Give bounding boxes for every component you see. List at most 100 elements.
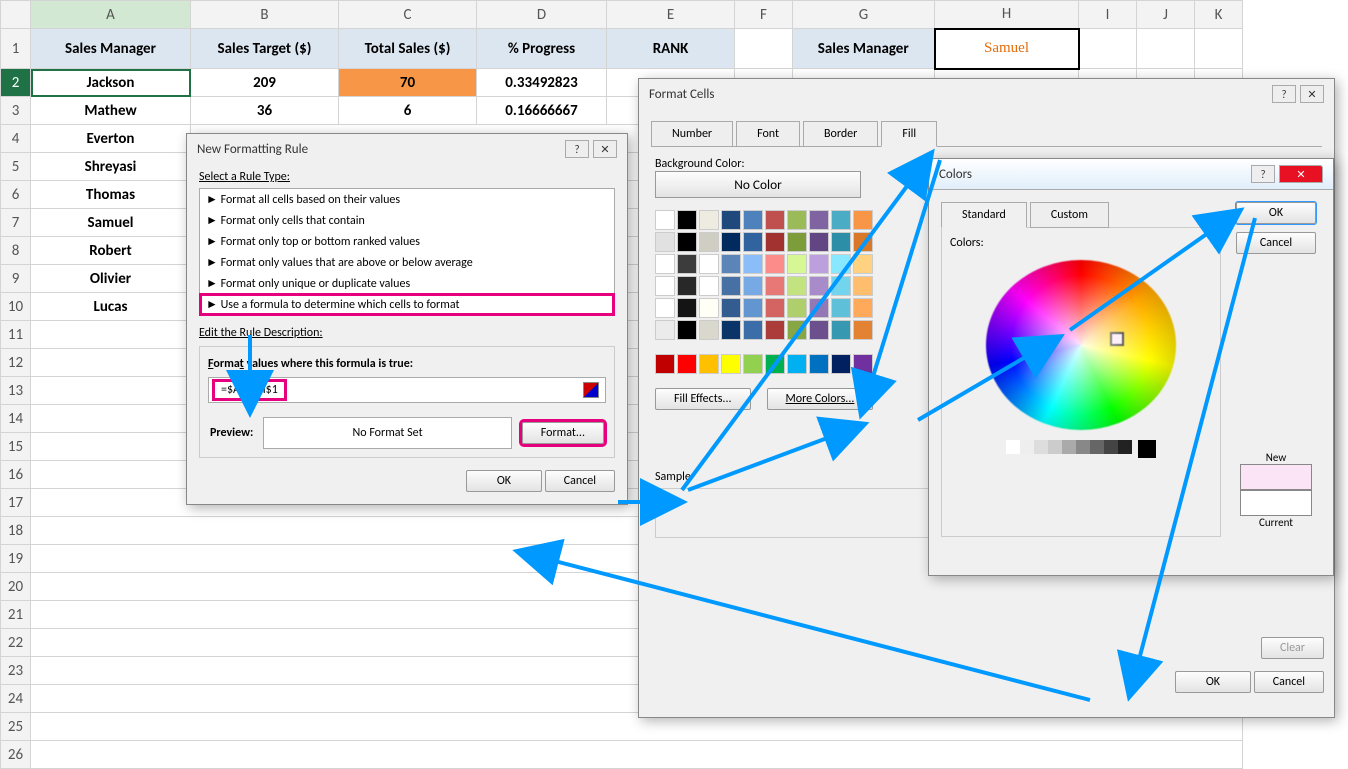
col-header-H[interactable]: H (935, 1, 1079, 29)
col-header-J[interactable]: J (1137, 1, 1195, 29)
color-swatch[interactable] (787, 254, 807, 274)
color-swatch[interactable] (721, 298, 741, 318)
cell-A2[interactable]: Jackson (31, 69, 191, 97)
color-swatch[interactable] (853, 232, 873, 252)
rule-type-item[interactable]: ► Format only unique or duplicate values (200, 273, 614, 294)
cell-A5[interactable]: Shreyasi (31, 153, 191, 181)
color-swatch[interactable] (743, 298, 763, 318)
cell-A7[interactable]: Samuel (31, 209, 191, 237)
color-swatch[interactable] (721, 210, 741, 230)
no-color-button[interactable]: No Color (655, 171, 861, 198)
ok-button[interactable]: OK (1175, 671, 1251, 693)
color-swatch[interactable] (655, 232, 675, 252)
col-header-K[interactable]: K (1195, 1, 1243, 29)
color-swatch[interactable] (721, 276, 741, 296)
cell-A9[interactable]: Olivier (31, 265, 191, 293)
cell-I1[interactable] (1079, 29, 1137, 69)
row-header-8[interactable]: 8 (1, 237, 31, 265)
color-swatch[interactable] (677, 276, 697, 296)
col-header-E[interactable]: E (607, 1, 735, 29)
color-swatch[interactable] (677, 210, 697, 230)
color-swatch[interactable] (699, 210, 719, 230)
ok-button[interactable]: OK (1236, 202, 1316, 224)
color-swatch[interactable] (655, 354, 675, 374)
cell-C1[interactable]: Total Sales ($) (339, 29, 477, 69)
help-icon[interactable]: ? (1251, 165, 1275, 183)
color-swatch[interactable] (743, 320, 763, 340)
row-header-7[interactable]: 7 (1, 209, 31, 237)
color-swatch[interactable] (677, 298, 697, 318)
color-swatch[interactable] (831, 210, 851, 230)
color-swatch[interactable] (699, 232, 719, 252)
color-swatch[interactable] (831, 232, 851, 252)
col-header-B[interactable]: B (191, 1, 339, 29)
color-swatch[interactable] (677, 320, 697, 340)
help-icon[interactable]: ? (565, 140, 589, 158)
help-icon[interactable]: ? (1272, 85, 1296, 103)
color-swatch[interactable] (853, 320, 873, 340)
tab-standard[interactable]: Standard (941, 202, 1027, 228)
color-swatch[interactable] (699, 354, 719, 374)
ok-button[interactable]: OK (466, 470, 542, 492)
col-header-C[interactable]: C (339, 1, 477, 29)
col-header-A[interactable]: A (31, 1, 191, 29)
color-swatch[interactable] (743, 254, 763, 274)
cell-F1[interactable] (735, 29, 793, 69)
color-swatch[interactable] (809, 354, 829, 374)
color-swatch[interactable] (655, 320, 675, 340)
color-swatch[interactable] (809, 320, 829, 340)
color-swatch[interactable] (721, 232, 741, 252)
color-swatch[interactable] (809, 232, 829, 252)
cell-A4[interactable]: Everton (31, 125, 191, 153)
color-swatch[interactable] (853, 298, 873, 318)
col-header-F[interactable]: F (735, 1, 793, 29)
color-swatch[interactable] (809, 276, 829, 296)
col-header-G[interactable]: G (793, 1, 935, 29)
cell-A10[interactable]: Lucas (31, 293, 191, 321)
col-header-I[interactable]: I (1079, 1, 1137, 29)
color-swatch[interactable] (743, 232, 763, 252)
tab-border[interactable]: Border (803, 121, 878, 147)
color-swatch[interactable] (677, 232, 697, 252)
row-header-5[interactable]: 5 (1, 153, 31, 181)
col-header-D[interactable]: D (477, 1, 607, 29)
color-swatch[interactable] (765, 254, 785, 274)
cell-A6[interactable]: Thomas (31, 181, 191, 209)
color-swatch[interactable] (699, 298, 719, 318)
color-swatch[interactable] (765, 298, 785, 318)
row-header-2[interactable]: 2 (1, 69, 31, 97)
cell-B3[interactable]: 36 (191, 97, 339, 125)
color-swatch[interactable] (655, 210, 675, 230)
color-swatch[interactable] (853, 354, 873, 374)
color-swatch[interactable] (831, 254, 851, 274)
rule-type-item[interactable]: ► Format only cells that contain (200, 210, 614, 231)
color-swatch[interactable] (809, 298, 829, 318)
cell-G1[interactable]: Sales Manager (793, 29, 935, 69)
color-swatch[interactable] (743, 276, 763, 296)
color-swatch[interactable] (787, 276, 807, 296)
color-hexagon[interactable] (986, 260, 1176, 430)
fill-effects-button[interactable]: Fill Effects... (655, 388, 751, 410)
cell-J1[interactable] (1137, 29, 1195, 69)
color-swatch[interactable] (655, 298, 675, 318)
close-icon[interactable]: ✕ (593, 140, 617, 158)
grayscale-strip[interactable] (950, 440, 1212, 458)
close-icon[interactable]: ✕ (1300, 85, 1324, 103)
color-swatch[interactable] (787, 298, 807, 318)
color-swatch[interactable] (831, 354, 851, 374)
color-swatch[interactable] (655, 276, 675, 296)
color-swatch[interactable] (721, 254, 741, 274)
color-swatch[interactable] (743, 354, 763, 374)
corner-cell[interactable] (1, 1, 31, 29)
row-header-1[interactable]: 1 (1, 29, 31, 69)
color-swatch[interactable] (677, 354, 697, 374)
color-swatch[interactable] (699, 254, 719, 274)
cancel-button[interactable]: Cancel (1236, 232, 1316, 254)
color-swatch[interactable] (831, 320, 851, 340)
cell-K1[interactable] (1195, 29, 1243, 69)
tab-font[interactable]: Font (736, 121, 800, 147)
cell-E1[interactable]: RANK (607, 29, 735, 69)
color-swatch[interactable] (765, 354, 785, 374)
close-icon[interactable]: ✕ (1279, 165, 1323, 183)
color-swatch[interactable] (765, 232, 785, 252)
